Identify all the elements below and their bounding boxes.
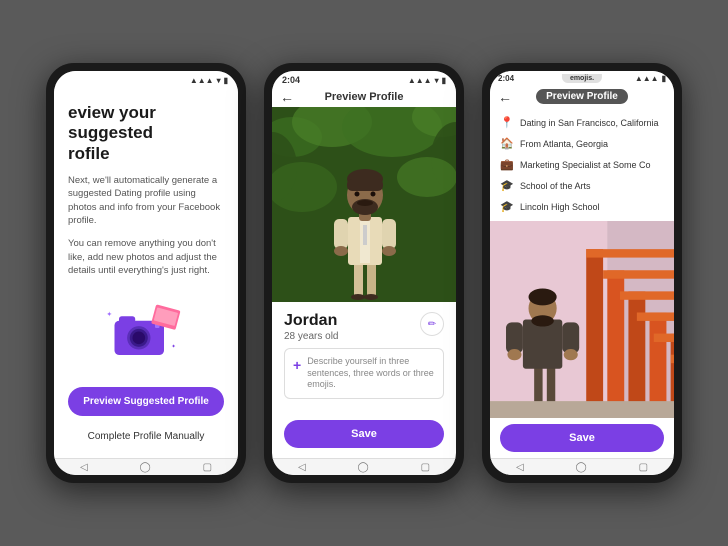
nav-recent-1[interactable]: ▢	[203, 462, 212, 473]
nav-back-1[interactable]: ◁	[80, 462, 88, 473]
nav-home-1[interactable]: ◯	[140, 462, 151, 473]
preview-profile-title-3: Preview Profile	[536, 89, 628, 104]
detail-location: 📍 Dating in San Francisco, California	[500, 114, 664, 131]
location-icon: 📍	[500, 116, 514, 129]
nav-home-2[interactable]: ◯	[358, 462, 369, 473]
detail-school2-text: Lincoln High School	[520, 202, 600, 212]
status-bar-2: 2:04 ▲▲▲ ▾ ▮	[272, 71, 456, 87]
notification-pill: emojis.	[562, 74, 602, 83]
screen1-desc1: Next, we'll automatically generate a sug…	[68, 174, 224, 227]
screen2-header: ← Preview Profile	[272, 87, 456, 107]
signal-icon: ▲▲▲	[190, 76, 214, 85]
plus-icon: +	[293, 357, 301, 373]
profile-name-age: Jordan 28 years old	[284, 312, 338, 342]
signal-icon-3: ▲▲▲	[635, 74, 659, 83]
detail-work-text: Marketing Specialist at Some Co	[520, 160, 651, 170]
foliage-bg	[272, 107, 456, 302]
camera-svg: ✦ ✦	[101, 297, 191, 367]
back-button-3[interactable]: ←	[498, 89, 512, 105]
nav-recent-3[interactable]: ▢	[639, 462, 648, 473]
pencil-icon: ✏	[428, 319, 436, 330]
phone-2: 2:04 ▲▲▲ ▾ ▮ ← Preview Profile	[264, 63, 464, 483]
wifi-icon: ▾	[217, 76, 221, 85]
detail-hometown-text: From Atlanta, Georgia	[520, 139, 608, 149]
svg-text:✦: ✦	[171, 344, 176, 350]
bio-field[interactable]: + Describe yourself in three sentences, …	[284, 348, 444, 399]
screen1-desc2: You can remove anything you don't like, …	[68, 237, 224, 277]
nav-recent-2[interactable]: ▢	[421, 462, 430, 473]
home-icon: 🏠	[500, 137, 514, 150]
save-button-3[interactable]: Save	[500, 424, 664, 452]
profile-photo-area	[272, 107, 456, 302]
screen3-header: ← Preview Profile	[490, 85, 674, 108]
bio-placeholder-text: Describe yourself in three sentences, th…	[307, 356, 435, 391]
status-bar-3: 2:04 emojis. ▲▲▲ ▮	[490, 71, 674, 85]
status-bar-1: ▲▲▲ ▾ ▮	[54, 71, 238, 87]
profile-info: Jordan 28 years old ✏ + Describe yoursel…	[272, 302, 456, 458]
nav-back-3[interactable]: ◁	[516, 462, 524, 473]
nav-bar-3: ◁ ◯ ▢	[490, 458, 674, 475]
status-icons-1: ▲▲▲ ▾ ▮	[190, 76, 228, 85]
wifi-icon-2: ▾	[435, 76, 439, 85]
preview-profile-button[interactable]: Preview Suggested Profile	[68, 387, 224, 416]
status-icons-3: ▲▲▲ ▮	[635, 74, 666, 83]
preview-profile-title-2: Preview Profile	[325, 91, 404, 103]
screen1-title: eview your suggested rofile	[68, 103, 224, 164]
phone-1: ▲▲▲ ▾ ▮ eview your suggested rofile Next…	[46, 63, 246, 483]
back-button-2[interactable]: ←	[280, 89, 294, 105]
camera-illustration: ✦ ✦	[68, 287, 224, 377]
detail-work: 💼 Marketing Specialist at Some Co	[500, 156, 664, 173]
detail-location-text: Dating in San Francisco, California	[520, 118, 659, 128]
nav-bar-1: ◁ ◯ ▢	[54, 458, 238, 475]
edit-button[interactable]: ✏	[420, 312, 444, 336]
battery-icon: ▮	[224, 76, 228, 85]
staircase-photo	[490, 221, 674, 418]
nav-home-3[interactable]: ◯	[576, 462, 587, 473]
save-button-2[interactable]: Save	[284, 420, 444, 448]
screen1-content: eview your suggested rofile Next, we'll …	[54, 87, 238, 458]
complete-manually-button[interactable]: Complete Profile Manually	[68, 426, 224, 447]
nav-bar-2: ◁ ◯ ▢	[272, 458, 456, 475]
profile-photo-2	[490, 221, 674, 418]
detail-school2: 🎓 Lincoln High School	[500, 198, 664, 215]
battery-icon-2: ▮	[442, 76, 446, 85]
detail-school1-text: School of the Arts	[520, 181, 591, 191]
profile-age: 28 years old	[284, 331, 338, 342]
nav-back-2[interactable]: ◁	[298, 462, 306, 473]
status-icons-2: ▲▲▲ ▾ ▮	[408, 76, 446, 85]
grad-icon-1: 🎓	[500, 179, 514, 192]
status-time-2: 2:04	[282, 75, 300, 85]
screen2-content: Jordan 28 years old ✏ + Describe yoursel…	[272, 107, 456, 458]
profile-details-list: 📍 Dating in San Francisco, California 🏠 …	[490, 108, 674, 221]
detail-school1: 🎓 School of the Arts	[500, 177, 664, 194]
grad-icon-2: 🎓	[500, 200, 514, 213]
battery-icon-3: ▮	[662, 74, 666, 83]
detail-hometown: 🏠 From Atlanta, Georgia	[500, 135, 664, 152]
svg-text:✦: ✦	[106, 310, 112, 319]
phone-3: 2:04 emojis. ▲▲▲ ▮ ← Preview Profile 📍 D…	[482, 63, 682, 483]
profile-name-row: Jordan 28 years old ✏	[284, 312, 444, 342]
profile-name: Jordan	[284, 312, 338, 330]
status-time-3: 2:04	[498, 74, 514, 83]
signal-icon-2: ▲▲▲	[408, 76, 432, 85]
work-icon: 💼	[500, 158, 514, 171]
